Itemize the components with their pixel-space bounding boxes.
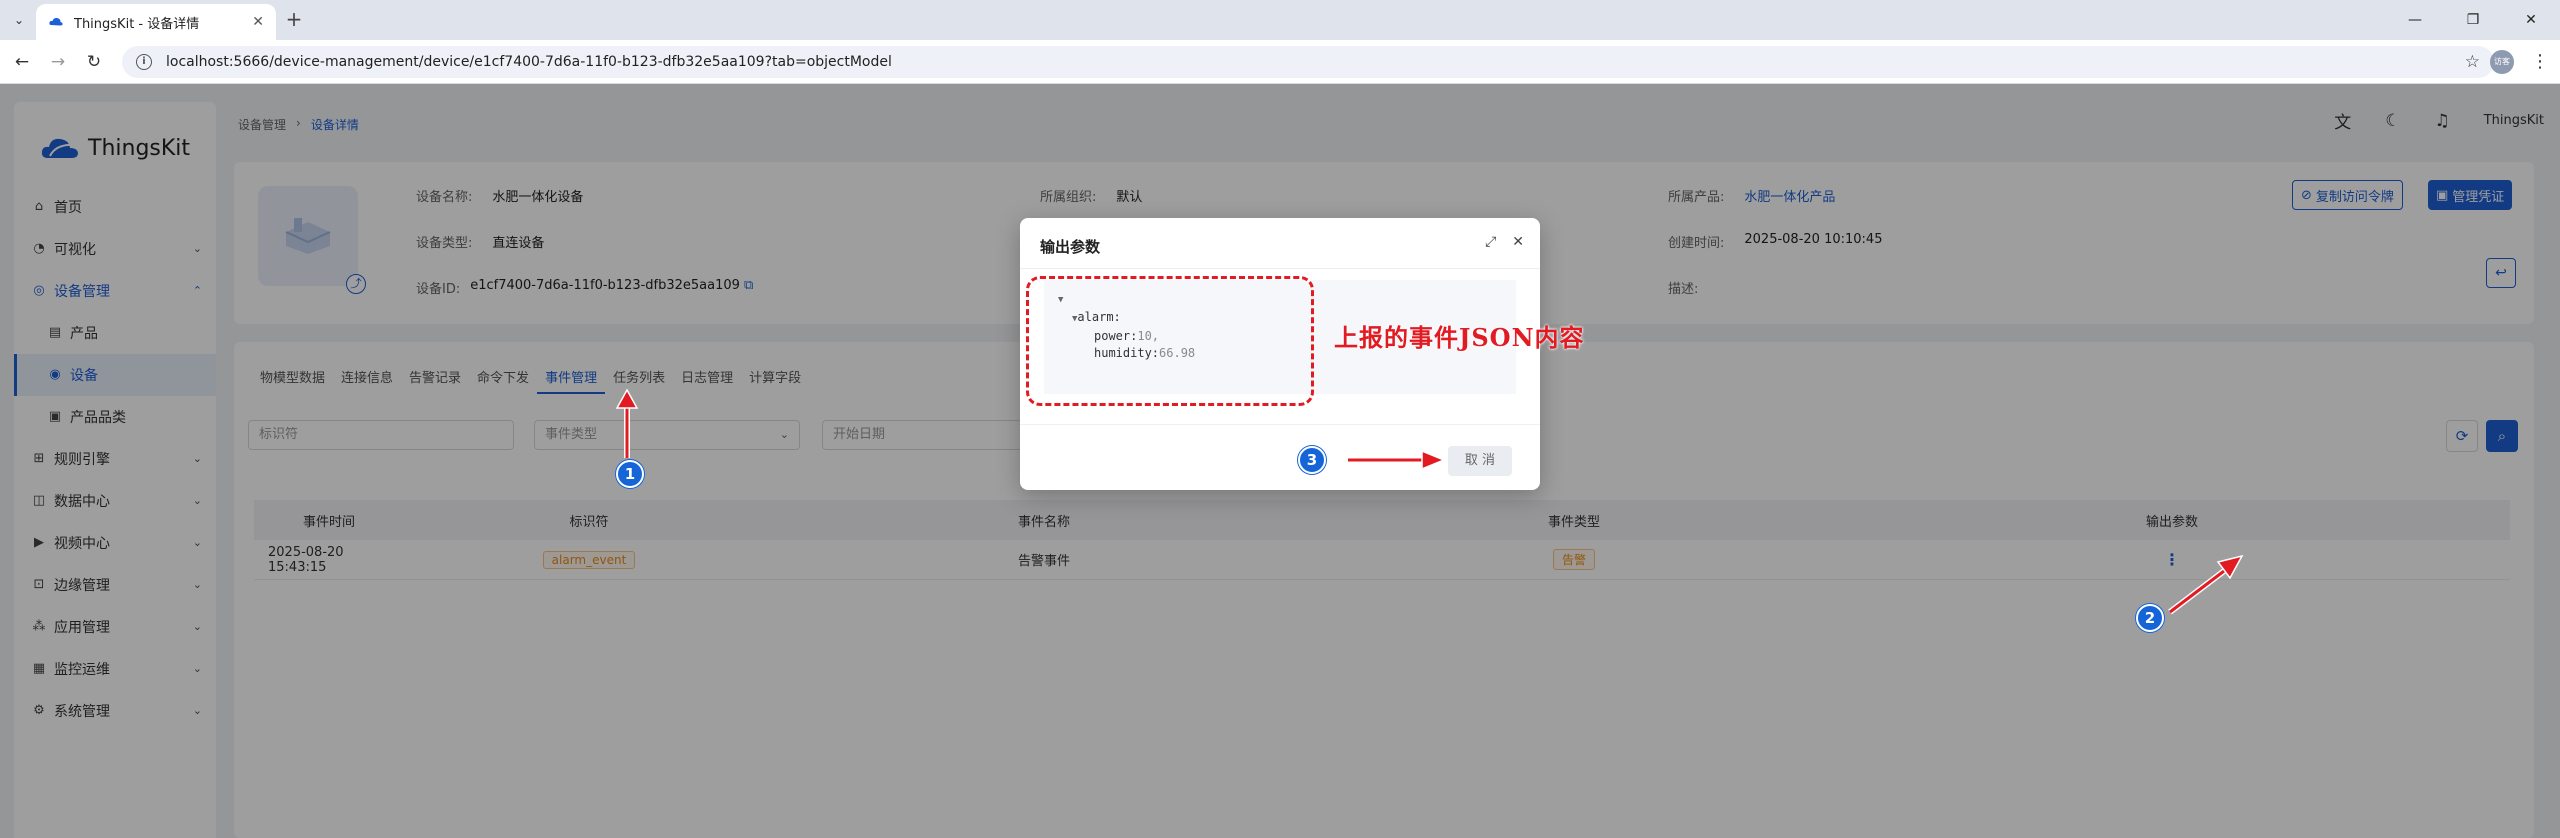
tab-close-icon[interactable]: ✕ [252,14,264,30]
fullscreen-icon[interactable]: ⤢ [1485,234,1496,250]
new-tab-plus-icon[interactable]: + [282,8,306,32]
browser-tab-bar: ⌄ ThingsKit - 设备详情 ✕ + — ❐ ✕ [0,0,2560,40]
site-info-icon[interactable]: i [136,54,152,70]
minimize-icon[interactable]: — [2386,0,2444,40]
close-window-icon[interactable]: ✕ [2502,0,2560,40]
annotation-arrow-3 [1348,449,1446,471]
annotation-badge-1: 1 [616,460,644,488]
modal-header-icons: ⤢ ✕ [1485,234,1524,250]
annotation-badge-2: 2 [2136,604,2164,632]
browser-tab[interactable]: ThingsKit - 设备详情 ✕ [36,4,276,40]
profile-avatar[interactable]: 访客 [2490,50,2514,74]
annotation-arrow-2 [2168,554,2244,615]
annotation-json-highlight [1026,276,1314,406]
window-controls: — ❐ ✕ [2386,0,2560,40]
thingskit-favicon-icon [49,17,63,26]
close-icon[interactable]: ✕ [1512,234,1524,250]
browser-tab-title: ThingsKit - 设备详情 [74,16,200,32]
annotation-callout-text: 上报的事件JSON内容 [1334,323,1585,352]
annotation-badge-3: 3 [1298,446,1326,474]
address-bar-row: ← → ↻ i localhost:5666/device-management… [0,40,2560,84]
url-field[interactable]: i localhost:5666/device-management/devic… [122,46,2494,78]
modal-divider [1020,268,1540,269]
url-text: localhost:5666/device-management/device/… [166,54,892,70]
cancel-button[interactable]: 取 消 [1448,446,1512,476]
back-arrow-icon[interactable]: ← [10,50,34,74]
tab-search-chevron-icon[interactable]: ⌄ [8,9,30,31]
modal-footer-divider [1020,424,1540,425]
browser-menu-icon[interactable]: ⋮ [2530,50,2550,74]
bookmark-star-icon[interactable]: ☆ [2465,52,2480,72]
modal-title: 输出参数 [1040,238,1101,256]
restore-icon[interactable]: ❐ [2444,0,2502,40]
annotation-arrow-1 [615,388,639,458]
reload-icon[interactable]: ↻ [82,50,106,74]
forward-arrow-icon[interactable]: → [46,50,70,74]
